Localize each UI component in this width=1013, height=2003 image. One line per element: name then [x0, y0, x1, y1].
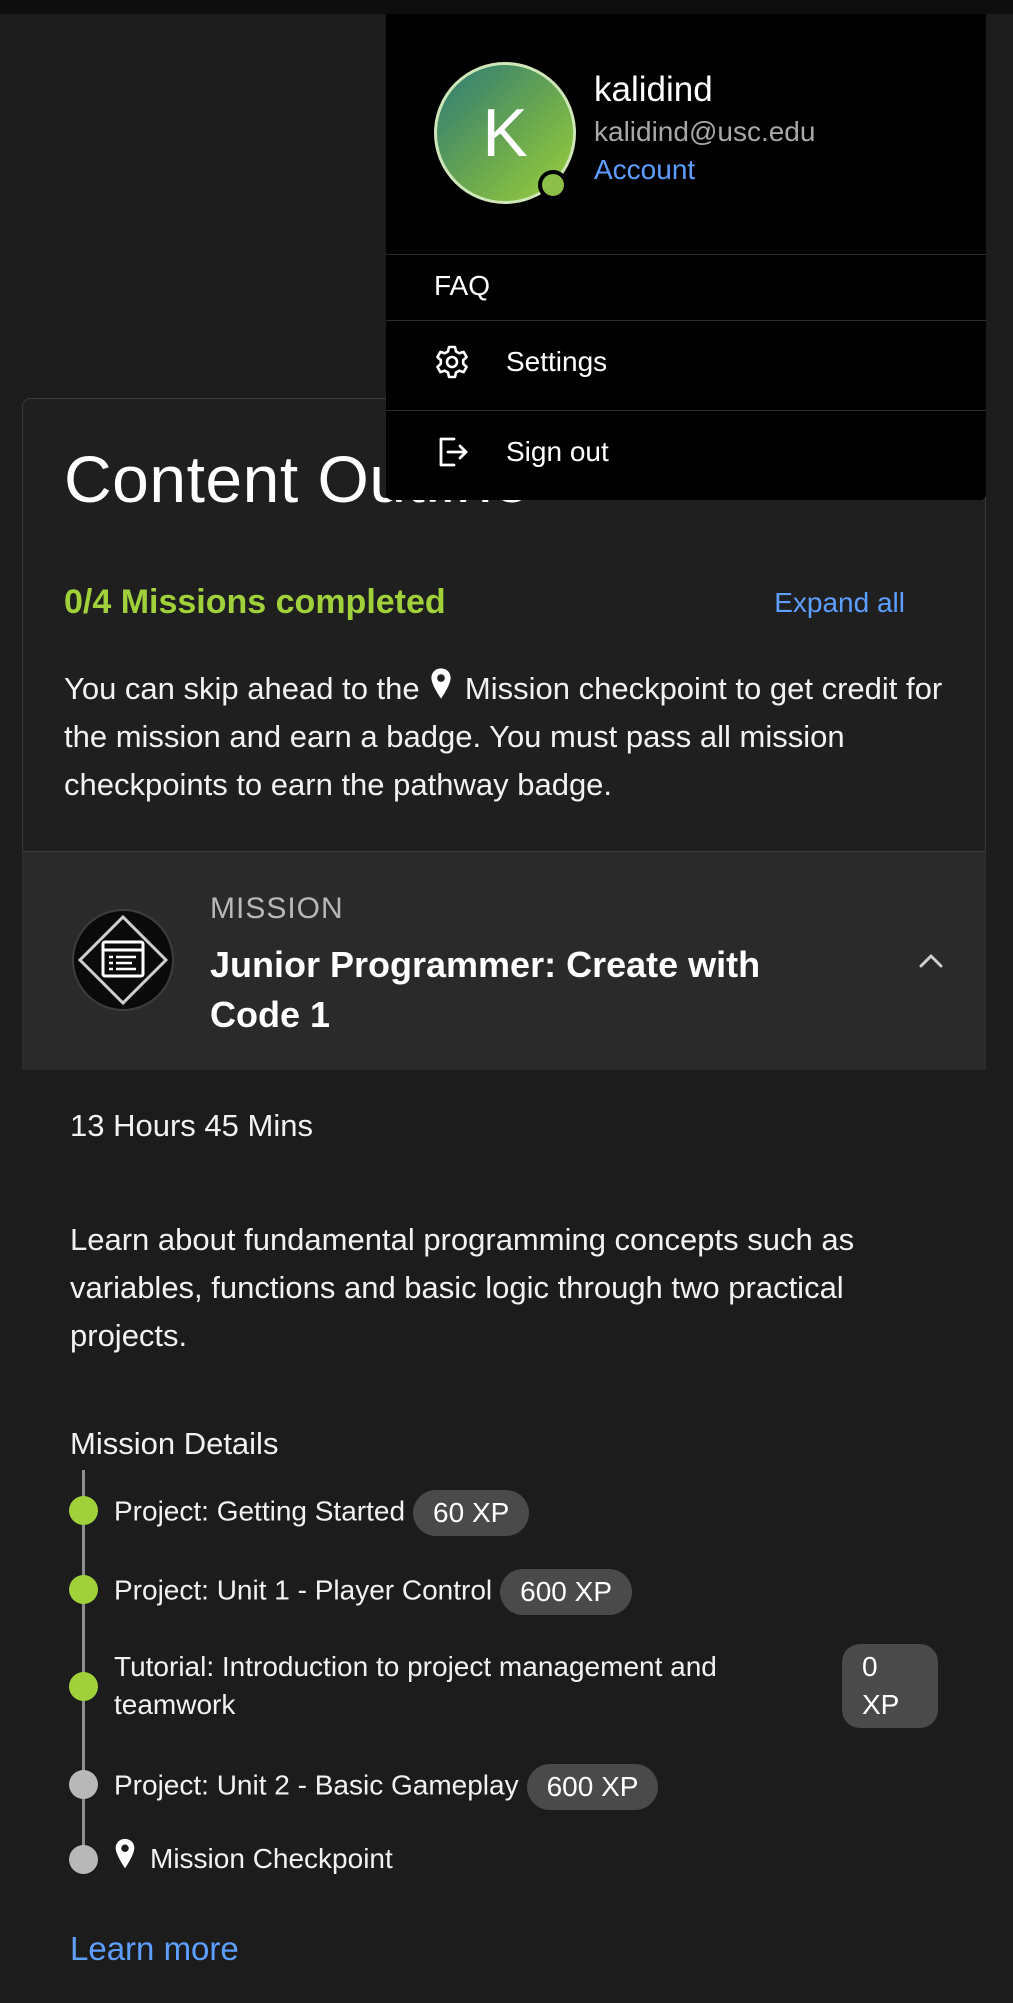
xp-badge: 0 XP [842, 1644, 938, 1728]
step-status-completed [69, 1575, 98, 1604]
xp-value: 0 [862, 1651, 878, 1682]
mission-step[interactable]: Tutorial: Introduction to project manage… [114, 1648, 717, 1724]
step-title-line: Tutorial: Introduction to project manage… [114, 1651, 717, 1682]
xp-badge: 60 XP [413, 1490, 530, 1536]
step-title: Project: Getting Started [114, 1495, 406, 1527]
mission-step[interactable]: Project: Getting Started 60 XP [114, 1490, 530, 1536]
mission-badge-icon [72, 909, 174, 1011]
user-email: kalidind@usc.edu [594, 116, 816, 147]
top-bar [0, 0, 1013, 14]
step-status-completed [69, 1672, 98, 1701]
xp-badge: 600 XP [526, 1764, 659, 1810]
step-status-completed [69, 1496, 98, 1525]
mission-header[interactable]: MISSION Junior Programmer: Create with C… [22, 852, 986, 1070]
mission-duration: 13 Hours 45 Mins [70, 1108, 313, 1143]
learn-more-link[interactable]: Learn more [70, 1930, 239, 1968]
mission-title: Junior Programmer: Create with Code 1 [210, 944, 761, 1035]
mission-checkpoint[interactable]: Mission Checkpoint [150, 1840, 393, 1878]
expand-all-link[interactable]: Expand all [774, 587, 905, 619]
timeline-connector [82, 1602, 85, 1674]
pin-icon [431, 668, 451, 699]
step-status-not-started [69, 1770, 98, 1799]
step-title-line: teamwork [114, 1689, 236, 1720]
menu-item-faq[interactable]: FAQ [386, 254, 986, 320]
timeline-connector [82, 1700, 85, 1774]
username: kalidind [594, 70, 713, 109]
mission-step[interactable]: Project: Unit 2 - Basic Gameplay 600 XP [114, 1764, 659, 1810]
skip-text-start: You can skip ahead to the [64, 671, 420, 706]
missions-progress: 0/4 Missions completed [64, 583, 446, 621]
xp-unit: XP [862, 1689, 900, 1720]
user-menu-dropdown: K kalidind kalidind@usc.edu Account FAQ … [386, 14, 986, 500]
step-title: Project: Unit 2 - Basic Gameplay [114, 1769, 519, 1801]
online-status-dot [538, 170, 568, 200]
mission-description: Learn about fundamental programming conc… [70, 1222, 855, 1353]
step-title: Project: Unit 1 - Player Control [114, 1574, 493, 1606]
menu-item-sign-out[interactable]: Sign out [386, 410, 986, 498]
mission-step[interactable]: Project: Unit 1 - Player Control 600 XP [114, 1569, 632, 1615]
account-link[interactable]: Account [594, 154, 695, 186]
chevron-up-icon[interactable] [916, 946, 946, 976]
menu-item-label: Sign out [506, 436, 609, 467]
mission-label: MISSION [210, 892, 344, 925]
xp-badge: 600 XP [500, 1569, 632, 1615]
menu-item-label: Settings [506, 346, 608, 377]
skip-ahead-text: You can skip ahead to the Mission checkp… [64, 665, 964, 809]
menu-item-settings[interactable]: Settings [386, 320, 986, 408]
pin-icon [115, 1838, 135, 1869]
gear-icon [436, 345, 468, 379]
mission-details-heading: Mission Details [70, 1426, 279, 1461]
step-status-not-started [69, 1845, 98, 1874]
sign-out-icon [439, 437, 468, 467]
timeline-connector [82, 1798, 85, 1848]
timeline-connector [82, 1524, 85, 1578]
menu-item-label: FAQ [434, 270, 491, 301]
